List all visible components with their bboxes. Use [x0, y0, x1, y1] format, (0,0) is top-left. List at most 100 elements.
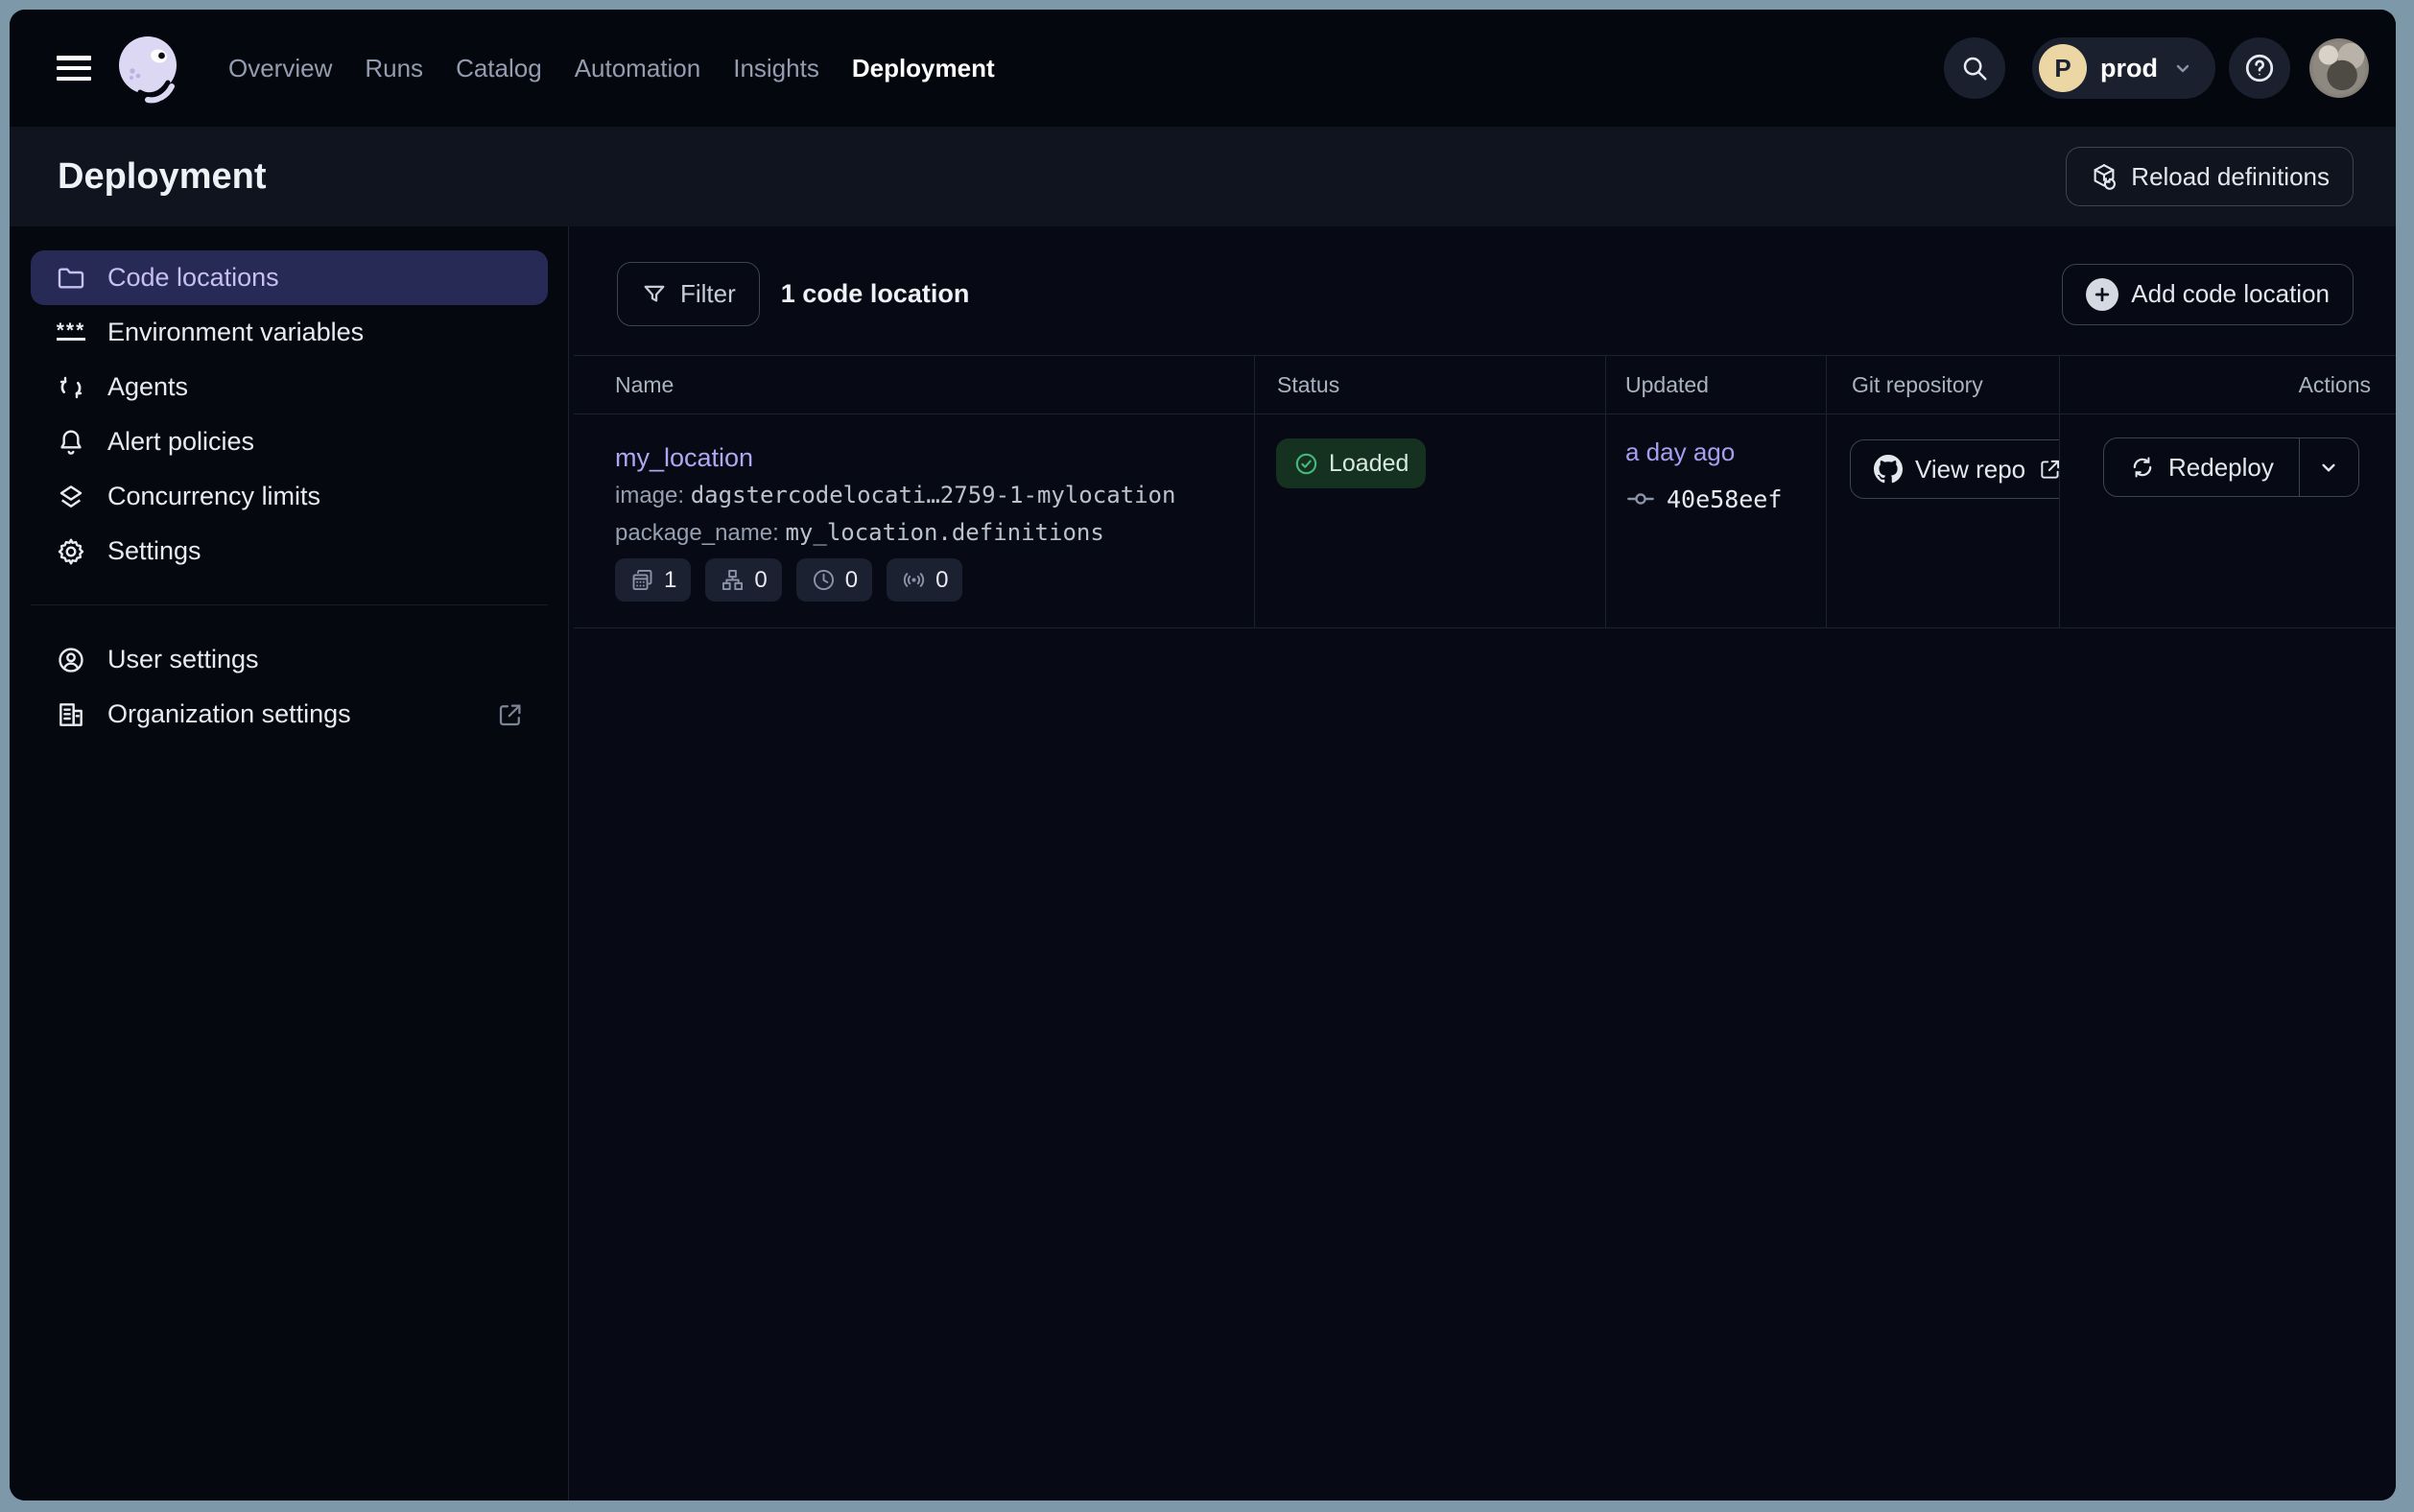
code-location-link[interactable]: my_location — [615, 438, 753, 477]
github-icon — [1874, 455, 1903, 484]
sidebar-item-label: User settings — [107, 645, 259, 674]
user-avatar[interactable] — [2309, 38, 2369, 98]
deployment-sidebar: Code locations *** Environment variables… — [10, 226, 569, 1500]
env-vars-icon: *** — [55, 317, 87, 349]
sidebar-item-label: Settings — [107, 536, 201, 566]
agents-cycle-icon — [55, 371, 87, 404]
reload-definitions-button[interactable]: Reload definitions — [2066, 147, 2354, 206]
column-header-git-repository: Git repository — [1827, 355, 2060, 414]
sidebar-item-label: Organization settings — [107, 699, 351, 729]
assets-count-badge[interactable]: 1 — [615, 558, 691, 602]
sidebar-item-organization-settings[interactable]: Organization settings — [31, 687, 548, 742]
chevron-down-icon — [2171, 57, 2194, 80]
column-header-actions: Actions — [2060, 355, 2396, 414]
deployment-avatar: P — [2039, 44, 2087, 92]
search-button[interactable] — [1944, 37, 2005, 99]
column-header-status: Status — [1255, 355, 1606, 414]
plus-circle-icon — [2086, 278, 2118, 311]
gear-icon — [55, 535, 87, 568]
bell-icon — [55, 426, 87, 459]
nav-item-catalog[interactable]: Catalog — [456, 54, 542, 83]
assets-grid-icon — [629, 567, 655, 593]
column-header-updated: Updated — [1606, 355, 1827, 414]
nav-right-cluster: P prod — [1944, 10, 2369, 127]
sensors-count: 0 — [935, 567, 948, 594]
image-meta: image: dagstercodelocati…2759-1-mylocati… — [615, 477, 1235, 514]
app-window: Overview Runs Catalog Automation Insight… — [10, 10, 2396, 1500]
sidebar-item-label: Agents — [107, 372, 188, 402]
nav-item-overview[interactable]: Overview — [228, 54, 332, 83]
search-icon — [1960, 54, 1989, 83]
nav-item-insights[interactable]: Insights — [733, 54, 819, 83]
nav-item-automation[interactable]: Automation — [575, 54, 701, 83]
cube-reload-icon — [2090, 162, 2118, 191]
folder-icon — [55, 262, 87, 295]
external-link-icon — [496, 700, 525, 729]
commit-icon — [1625, 484, 1656, 514]
sidebar-item-environment-variables[interactable]: *** Environment variables — [31, 305, 548, 360]
sidebar-item-concurrency-limits[interactable]: Concurrency limits — [31, 469, 548, 524]
schedules-count-badge[interactable]: 0 — [796, 558, 872, 602]
assets-count: 1 — [664, 567, 676, 594]
package-value: my_location.definitions — [785, 519, 1103, 546]
deployment-switcher[interactable]: P prod — [2032, 37, 2215, 99]
updated-time-link[interactable]: a day ago — [1625, 437, 1735, 466]
redeploy-button[interactable]: Redeploy — [2104, 438, 2299, 496]
add-code-location-label: Add code location — [2131, 279, 2330, 309]
view-repo-button[interactable]: View repo — [1850, 439, 2060, 499]
sensor-signal-icon — [901, 567, 927, 593]
sidebar-item-agents[interactable]: Agents — [31, 360, 548, 414]
reload-definitions-label: Reload definitions — [2131, 162, 2330, 192]
sidebar-item-label: Code locations — [107, 263, 279, 293]
deployment-switcher-label: prod — [2100, 54, 2158, 83]
user-circle-icon — [55, 644, 87, 676]
status-badge: Loaded — [1276, 438, 1426, 488]
code-location-count: 1 code location — [781, 279, 970, 309]
definition-count-badges: 1 0 — [615, 558, 1235, 602]
cell-status: Loaded — [1255, 414, 1606, 628]
sidebar-item-alert-policies[interactable]: Alert policies — [31, 414, 548, 469]
cell-updated: a day ago 40e58eef — [1606, 414, 1827, 628]
jobs-graph-icon — [720, 567, 746, 593]
schedule-clock-icon — [811, 567, 837, 593]
code-locations-toolbar: Filter 1 code location Add code location — [617, 262, 2354, 326]
package-label: package_name: — [615, 520, 779, 546]
add-code-location-button[interactable]: Add code location — [2062, 264, 2354, 325]
help-button[interactable] — [2229, 37, 2290, 99]
page-title: Deployment — [58, 156, 266, 198]
top-navigation: Overview Runs Catalog Automation Insight… — [10, 10, 2396, 127]
external-link-icon — [2038, 457, 2060, 482]
filter-button[interactable]: Filter — [617, 262, 760, 326]
funnel-icon — [641, 281, 668, 308]
sensors-count-badge[interactable]: 0 — [887, 558, 962, 602]
code-locations-table: Name Status Updated Git repository Actio… — [574, 355, 2396, 628]
primary-nav: Overview Runs Catalog Automation Insight… — [228, 54, 995, 83]
hamburger-menu-icon[interactable] — [57, 56, 91, 81]
status-label: Loaded — [1329, 450, 1408, 478]
help-icon — [2243, 52, 2276, 84]
cell-actions: Redeploy — [2060, 414, 2396, 628]
redeploy-caret-button[interactable] — [2299, 438, 2358, 496]
check-circle-icon — [1293, 451, 1319, 477]
sidebar-item-code-locations[interactable]: Code locations — [31, 250, 548, 305]
cell-git-repository: View repo — [1827, 414, 2060, 628]
commit-info: 40e58eef — [1625, 484, 1826, 514]
sidebar-item-label: Concurrency limits — [107, 482, 320, 511]
nav-item-deployment[interactable]: Deployment — [852, 54, 995, 83]
code-locations-main: Filter 1 code location Add code location… — [569, 226, 2396, 1500]
sidebar-item-user-settings[interactable]: User settings — [31, 632, 548, 687]
column-header-name: Name — [574, 355, 1255, 414]
schedules-count: 0 — [845, 567, 858, 594]
view-repo-label: View repo — [1915, 455, 2025, 484]
sidebar-item-settings[interactable]: Settings — [31, 524, 548, 579]
nav-item-runs[interactable]: Runs — [365, 54, 423, 83]
page-header: Deployment Reload definitions — [10, 127, 2396, 226]
sidebar-divider — [31, 604, 548, 605]
jobs-count-badge[interactable]: 0 — [705, 558, 781, 602]
filter-label: Filter — [680, 279, 736, 309]
sidebar-item-label: Environment variables — [107, 318, 364, 347]
dagster-octopus-logo[interactable] — [113, 33, 184, 104]
redeploy-split-button: Redeploy — [2103, 437, 2359, 497]
redeploy-refresh-icon — [2129, 454, 2156, 481]
layers-icon — [55, 481, 87, 513]
